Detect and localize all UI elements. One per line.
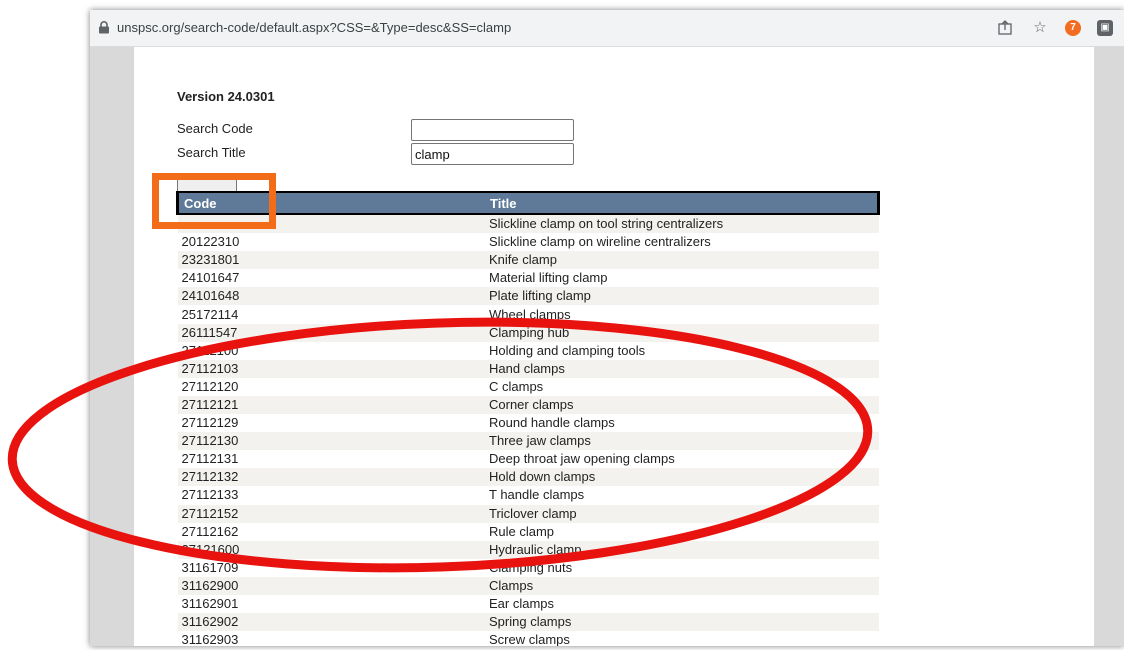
red-ellipse [7,317,873,573]
annotation-ellipse [7,317,873,573]
